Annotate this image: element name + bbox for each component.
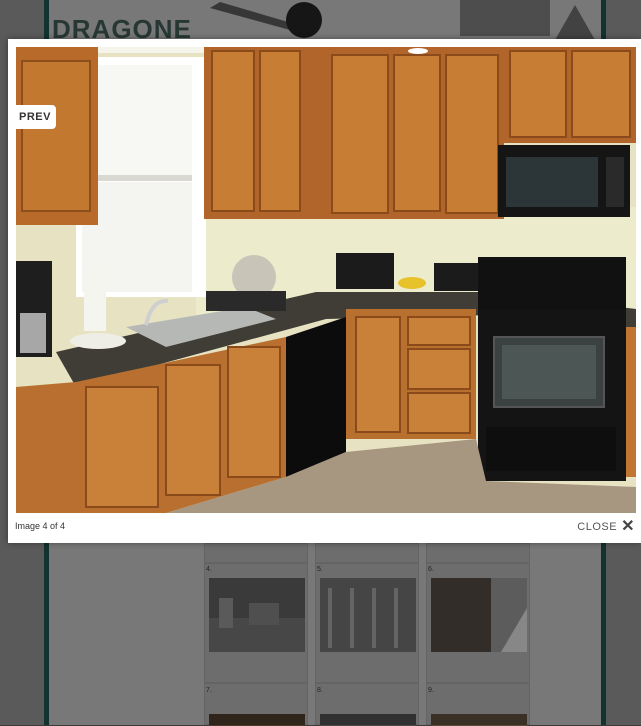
close-button[interactable]: CLOSE ✕ (577, 519, 635, 535)
image-counter-caption: Image 4 of 4 (15, 521, 66, 531)
lightbox-photo[interactable] (16, 47, 636, 513)
close-label: CLOSE (577, 521, 618, 533)
prev-button[interactable]: PREV (14, 105, 56, 129)
close-icon[interactable]: ✕ (621, 519, 635, 535)
lightbox-dialog: PREV Image 4 of 4 CLOSE ✕ (8, 39, 641, 543)
kitchen-photo (16, 47, 636, 513)
